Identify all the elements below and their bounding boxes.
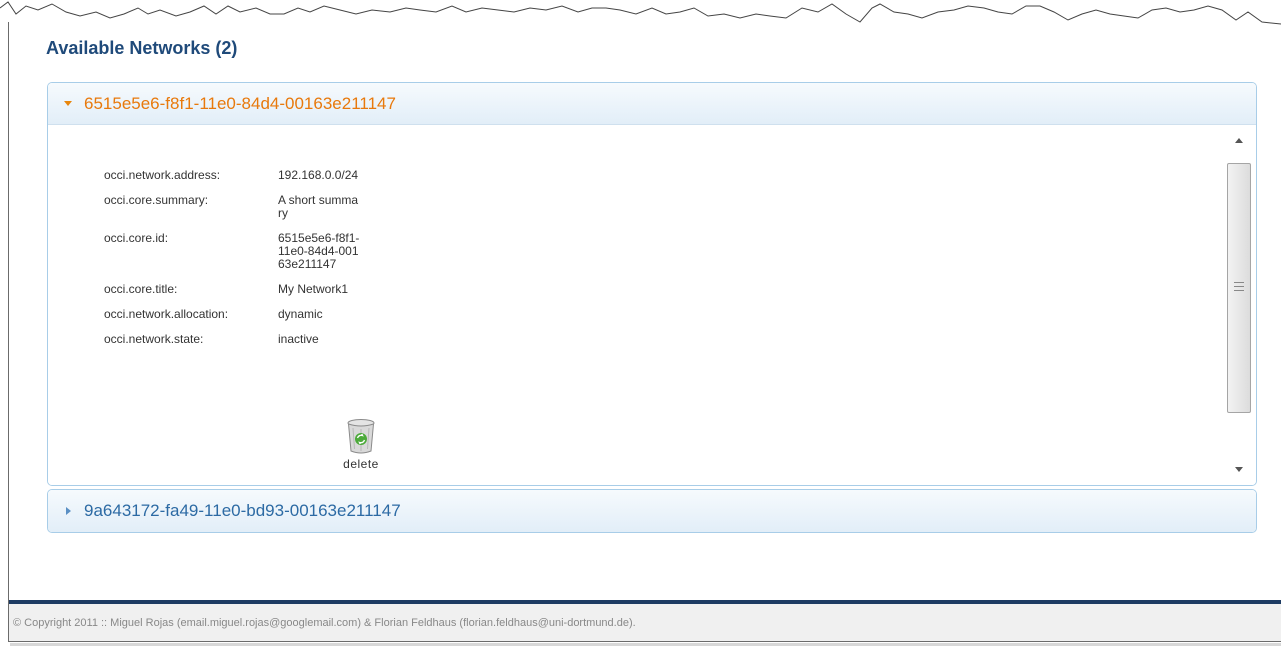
property-row: occi.core.summary: A short summary	[104, 194, 360, 232]
property-value: A short summary	[278, 193, 359, 220]
property-row: occi.network.allocation: dynamic	[104, 308, 360, 333]
scroll-up-arrow-icon[interactable]	[1226, 125, 1252, 159]
copyright-text: © Copyright 2011 :: Miguel Rojas (email.…	[13, 617, 636, 629]
frame-left-edge	[8, 22, 9, 642]
property-key: occi.core.id:	[104, 231, 169, 245]
networks-accordion: 6515e5e6-f8f1-11e0-84d4-00163e211147 occ…	[47, 82, 1257, 533]
property-row: occi.core.id: 6515e5e6-f8f1-11e0-84d4-00…	[104, 232, 360, 283]
property-key: occi.network.allocation:	[104, 307, 229, 321]
details-scrollbar[interactable]	[1226, 125, 1252, 485]
network-id-title: 6515e5e6-f8f1-11e0-84d4-00163e211147	[84, 93, 396, 113]
triangle-right-icon	[64, 506, 74, 516]
property-row: occi.core.title: My Network1	[104, 283, 360, 308]
property-row: occi.network.state: inactive	[104, 333, 360, 358]
properties-table: occi.network.address: 192.168.0.0/24 occ…	[104, 169, 360, 358]
network-details-panel: occi.network.address: 192.168.0.0/24 occ…	[48, 125, 1256, 485]
scrollbar-thumb[interactable]	[1227, 163, 1251, 413]
property-value: My Network1	[278, 282, 349, 296]
network-item-collapsed: 9a643172-fa49-11e0-bd93-00163e211147	[47, 489, 1257, 533]
network-header-expanded[interactable]: 6515e5e6-f8f1-11e0-84d4-00163e211147	[48, 83, 1256, 125]
trash-icon	[347, 419, 375, 454]
scroll-down-arrow-icon[interactable]	[1226, 451, 1252, 485]
grip-icon	[1234, 282, 1244, 291]
torn-paper-edge	[0, 1, 1281, 25]
property-key: occi.core.summary:	[104, 193, 209, 207]
property-value: 192.168.0.0/24	[278, 168, 359, 182]
frame-shadow	[10, 643, 1281, 646]
triangle-down-icon	[64, 99, 74, 109]
section-title: Available Networks (2)	[46, 38, 238, 58]
property-row: occi.network.address: 192.168.0.0/24	[104, 169, 360, 194]
network-item-expanded: 6515e5e6-f8f1-11e0-84d4-00163e211147 occ…	[47, 82, 1257, 486]
network-id-title: 9a643172-fa49-11e0-bd93-00163e211147	[84, 501, 401, 520]
network-header-collapsed[interactable]: 9a643172-fa49-11e0-bd93-00163e211147	[48, 490, 1256, 532]
footer: © Copyright 2011 :: Miguel Rojas (email.…	[9, 604, 1281, 641]
property-value: dynamic	[278, 307, 323, 321]
frame-bottom-edge	[8, 641, 1281, 642]
property-value: inactive	[278, 332, 319, 346]
delete-label: delete	[343, 457, 379, 471]
property-key: occi.network.state:	[104, 332, 204, 346]
property-key: occi.network.address:	[104, 168, 221, 182]
delete-button[interactable]: delete	[336, 417, 386, 473]
property-value: 6515e5e6-f8f1-11e0-84d4-00163e211147	[278, 231, 360, 271]
property-key: occi.core.title:	[104, 282, 178, 296]
